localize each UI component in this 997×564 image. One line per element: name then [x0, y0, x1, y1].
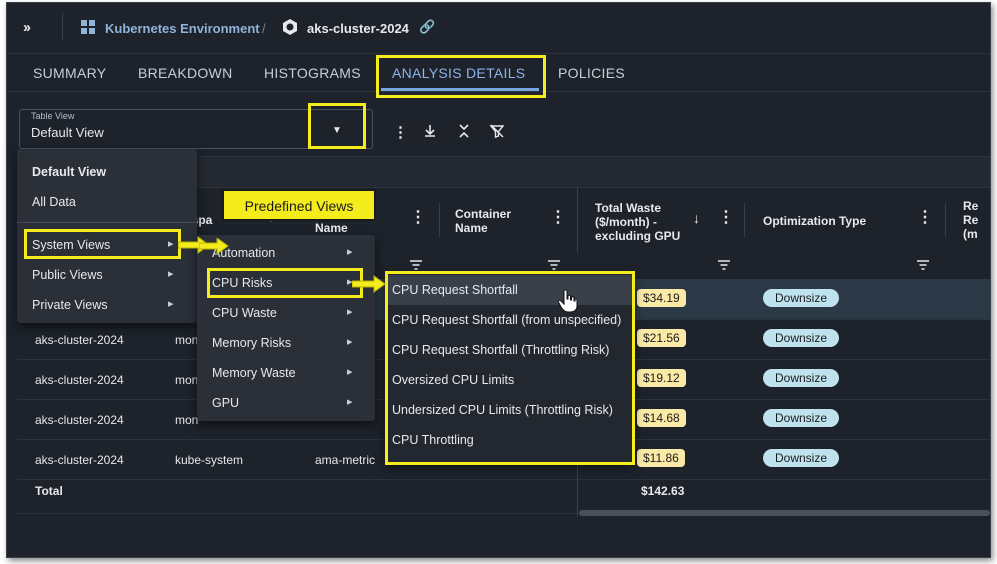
total-label: Total — [35, 484, 63, 498]
kubernetes-icon — [281, 18, 299, 39]
optimization-badge: Downsize — [763, 329, 840, 347]
total-row — [17, 475, 990, 514]
tab-breakdown[interactable]: BREAKDOWN — [138, 65, 233, 81]
column-header-optimization-type[interactable]: Optimization Type — [763, 214, 866, 228]
cpu-risks-menu-highlight-box — [385, 271, 635, 465]
column-header-total-waste[interactable]: Total Waste ($/month) - excluding GPU — [595, 201, 685, 243]
breadcrumb-separator: / — [262, 21, 266, 36]
cell-cluster: aks-cluster-2024 — [35, 413, 124, 427]
cell-namespace: mon — [175, 373, 199, 387]
cpu-risks-highlight-box — [207, 268, 363, 298]
app-window: ›› Kubernetes Environment / aks-cluster-… — [6, 2, 991, 558]
environment-icon — [79, 18, 97, 39]
optimization-badge: Downsize — [763, 449, 840, 467]
cell-cluster: aks-cluster-2024 — [35, 373, 124, 387]
tab-highlight-box — [376, 55, 546, 98]
menu-item-cpu-waste[interactable]: CPU Waste ▸ — [197, 298, 375, 328]
table-view-value: Default View — [31, 125, 104, 140]
column-separator — [945, 203, 946, 237]
horizontal-scrollbar[interactable] — [579, 510, 990, 516]
optimization-badge: Downsize — [763, 369, 840, 387]
waste-badge: $14.68 — [637, 409, 686, 427]
menu-item-memory-waste[interactable]: Memory Waste ▸ — [197, 358, 375, 388]
column-menu-icon[interactable]: ⋮ — [410, 210, 426, 226]
tab-policies[interactable]: POLICIES — [558, 65, 625, 81]
menu-divider — [17, 222, 197, 223]
expand-icon[interactable]: ›› — [23, 19, 31, 36]
chevron-right-icon: ▸ — [168, 298, 174, 310]
callout-text: Predefined Views — [244, 198, 354, 214]
cell-cluster: aks-cluster-2024 — [35, 453, 124, 467]
filter-icon[interactable] — [916, 259, 930, 274]
callout-arrow-icon — [351, 275, 386, 296]
column-separator — [439, 203, 440, 237]
column-header-container-name[interactable]: Container Name — [455, 207, 525, 235]
download-icon[interactable] — [422, 123, 438, 143]
cell-name: ama-metric — [315, 453, 376, 467]
dropdown-highlight-box — [308, 103, 366, 149]
divider — [62, 13, 63, 41]
more-icon[interactable]: ⋮ — [393, 123, 408, 141]
chevron-right-icon: ▸ — [347, 306, 353, 318]
menu-item-gpu[interactable]: GPU ▸ — [197, 388, 375, 418]
breadcrumb-cluster: aks-cluster-2024 — [307, 21, 409, 36]
menu-item-default-view[interactable]: Default View — [17, 157, 197, 187]
chevron-right-icon: ▸ — [168, 268, 174, 280]
cell-namespace: mon — [175, 413, 199, 427]
predefined-views-callout: Predefined Views — [222, 189, 376, 221]
waste-badge: $11.86 — [637, 449, 685, 467]
menu-item-memory-risks[interactable]: Memory Risks ▸ — [197, 328, 375, 358]
optimization-badge: Downsize — [763, 409, 840, 427]
collapse-icon[interactable] — [457, 123, 471, 143]
optimization-badge: Downsize — [763, 289, 840, 307]
tab-summary[interactable]: SUMMARY — [33, 65, 106, 81]
waste-badge: $21.56 — [637, 329, 686, 347]
tab-histograms[interactable]: HISTOGRAMS — [264, 65, 361, 81]
total-value: $142.63 — [641, 484, 685, 498]
breadcrumb-environment[interactable]: Kubernetes Environment — [105, 21, 260, 36]
clear-filter-icon[interactable] — [489, 123, 505, 143]
waste-badge: $34.19 — [637, 289, 686, 307]
column-header-name[interactable]: Name — [315, 221, 348, 235]
column-header-requested[interactable]: Re Re (m — [963, 199, 985, 241]
waste-badge: $19.12 — [637, 369, 686, 387]
chevron-right-icon: ▸ — [347, 246, 353, 258]
link-icon[interactable]: 🔗 — [419, 19, 435, 35]
system-views-menu: Automation ▸ CPU Risks ▸ CPU Waste ▸ Memory… — [197, 235, 375, 421]
cell-cluster: aks-cluster-2024 — [35, 333, 124, 347]
column-menu-icon[interactable]: ⋮ — [718, 210, 734, 226]
menu-item-public-views[interactable]: Public Views ▸ — [17, 260, 197, 290]
column-menu-icon[interactable]: ⋮ — [550, 210, 566, 226]
callout-arrow-icon — [198, 237, 229, 257]
menu-item-all-data[interactable]: All Data — [17, 187, 197, 217]
cell-namespace: kube-system — [175, 453, 244, 467]
sort-down-icon[interactable]: ↓ — [693, 211, 700, 225]
column-separator — [744, 203, 745, 237]
column-menu-icon[interactable]: ⋮ — [917, 210, 933, 226]
chevron-right-icon: ▸ — [347, 336, 353, 348]
table-view-label: Table View — [31, 111, 75, 121]
top-bar: ›› Kubernetes Environment / aks-cluster-… — [7, 3, 990, 54]
cell-namespace: mon — [175, 333, 199, 347]
chevron-right-icon: ▸ — [347, 396, 353, 408]
system-views-highlight-box — [24, 229, 181, 259]
hand-cursor-icon — [557, 289, 578, 319]
menu-item-private-views[interactable]: Private Views ▸ — [17, 290, 197, 320]
chevron-right-icon: ▸ — [347, 366, 353, 378]
filter-icon[interactable] — [717, 259, 731, 274]
